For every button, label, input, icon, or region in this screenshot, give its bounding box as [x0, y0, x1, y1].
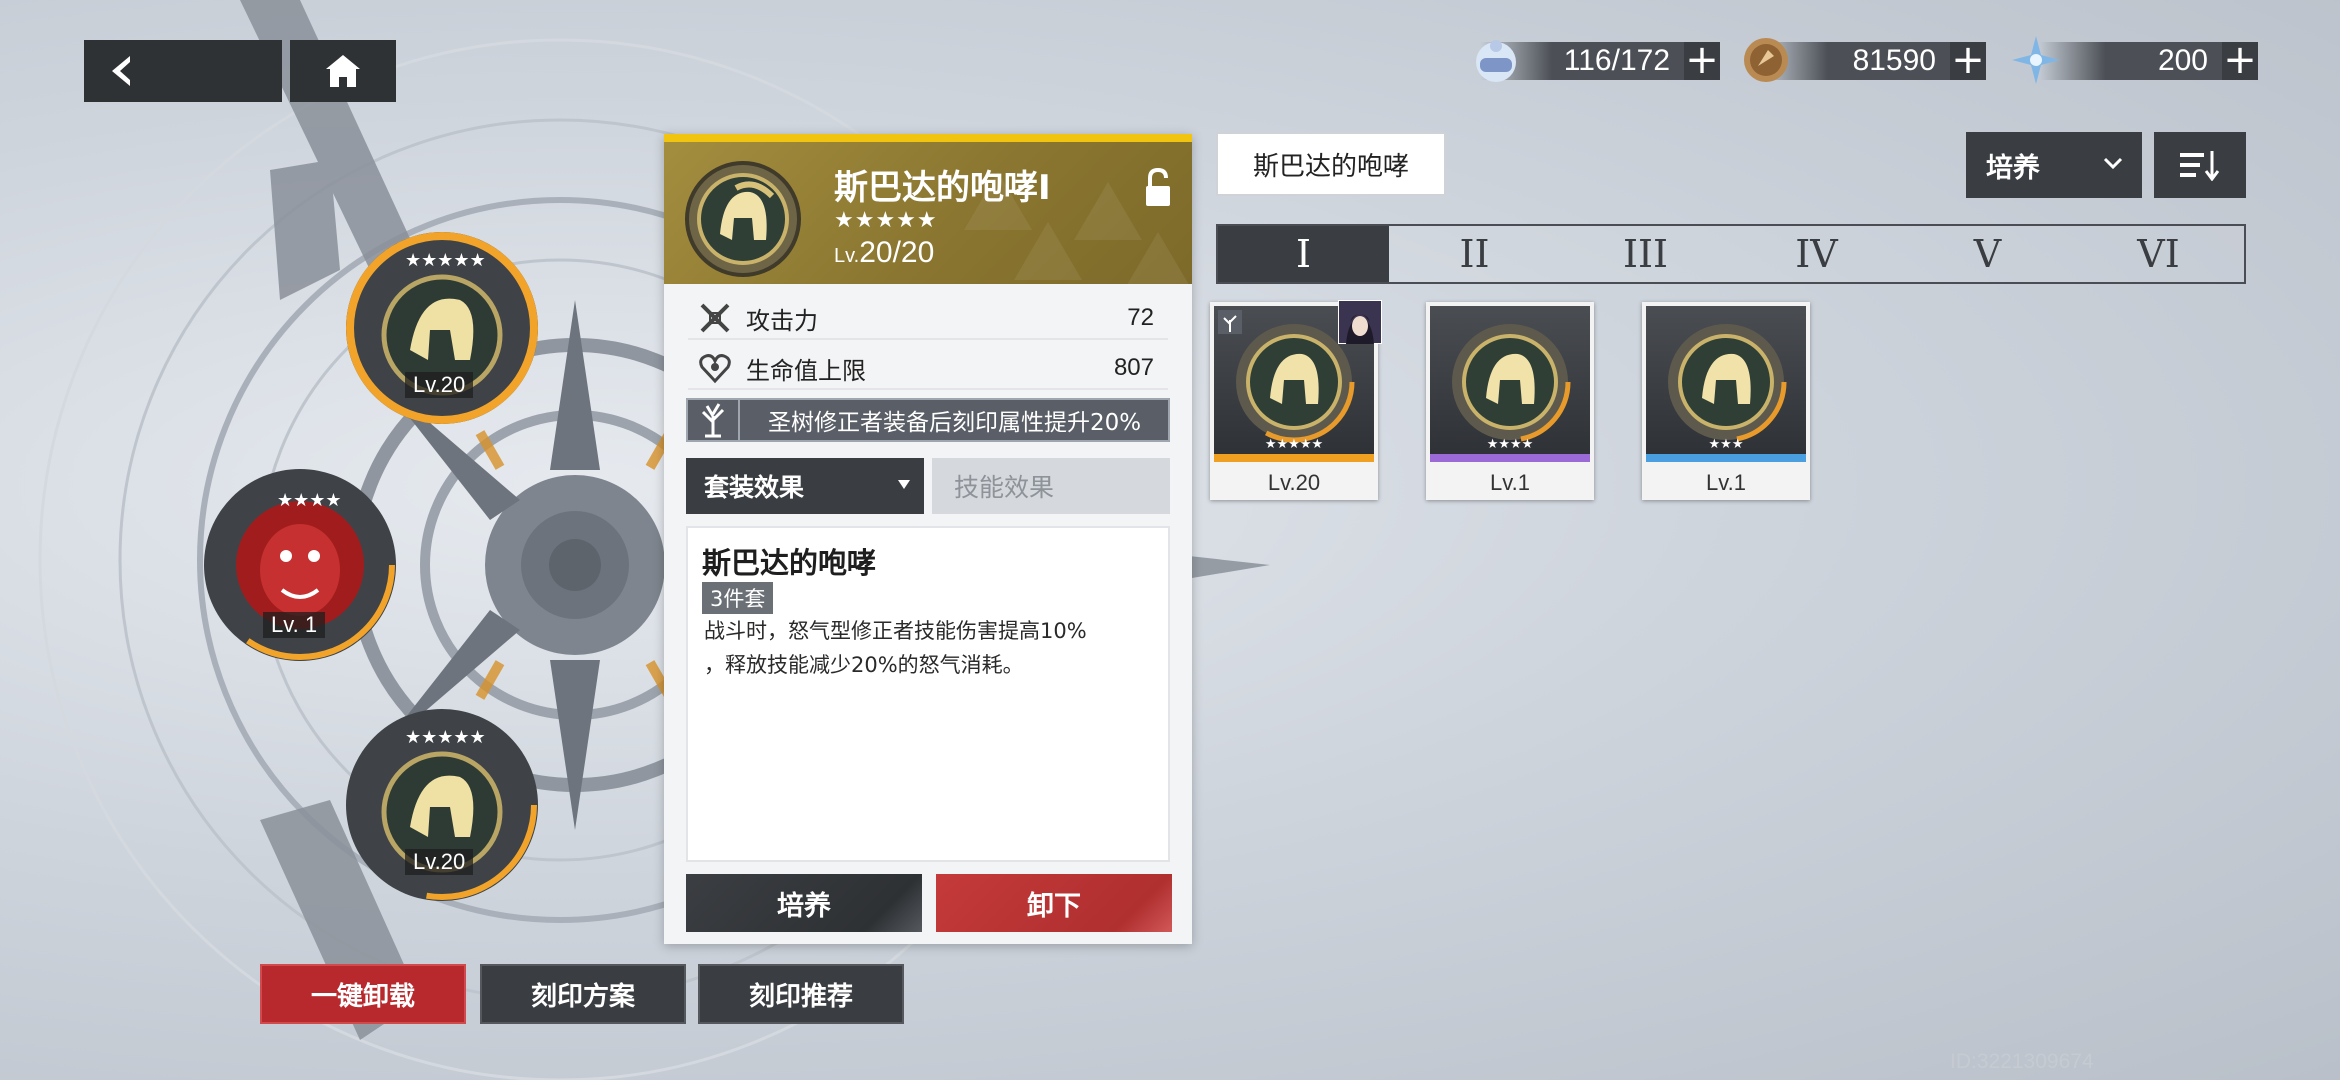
filter-label: 培养: [1986, 152, 2040, 184]
crystal-counter: 200 +: [2040, 40, 2258, 80]
chevron-down-icon: [2103, 157, 2123, 170]
imprint-recommend-button[interactable]: 刻印推荐: [698, 964, 904, 1024]
coin-value: 81590: [1852, 44, 1936, 77]
home-button[interactable]: [290, 40, 396, 102]
card-stars: ★★★★: [1486, 437, 1534, 452]
imprint-plan-button[interactable]: 刻印方案: [480, 964, 686, 1024]
panel-header: 斯巴达的咆哮I ★★★★★ Lv.20/20: [664, 134, 1192, 284]
tab-skill-label: 技能效果: [954, 473, 1055, 502]
card-level: Lv.1: [1706, 470, 1746, 495]
stamina-icon: [1476, 40, 1516, 82]
spartan-helmet-icon: [1665, 321, 1787, 443]
slot-tab-6[interactable]: VI: [2073, 226, 2244, 282]
equipment-title: 斯巴达的咆哮I: [834, 168, 1051, 208]
spartan-helmet-icon: [685, 161, 801, 277]
unload-all-button[interactable]: 一键卸载: [260, 964, 466, 1024]
dropdown-caret-icon: [898, 480, 910, 489]
crystal-icon: [2012, 36, 2060, 84]
tab-set-effect[interactable]: 套装效果: [686, 458, 924, 514]
slot-tab-bar: I II III IV V VI: [1216, 224, 2246, 284]
crystal-add-button[interactable]: +: [2222, 40, 2258, 80]
card-level: Lv.20: [1267, 470, 1321, 495]
back-arrow-icon: [112, 56, 130, 86]
stat-name: 攻击力: [746, 306, 818, 335]
stat-value: 807: [1113, 354, 1154, 381]
equipment-stars: ★★★★★: [834, 208, 938, 233]
card-level: Lv.1: [1490, 470, 1530, 495]
train-button[interactable]: 培养: [686, 874, 922, 932]
equipment-card[interactable]: ★★★ Lv.1: [1642, 302, 1810, 500]
equipment-card[interactable]: ★★★★★ Lv.20: [1210, 300, 1382, 500]
wheel-slot-2[interactable]: [204, 469, 396, 661]
equipment-card[interactable]: ★★★★ Lv.1: [1426, 302, 1594, 500]
unequip-button[interactable]: 卸下: [936, 874, 1172, 932]
tab-skill-effect[interactable]: 技能效果: [932, 458, 1170, 514]
coin-icon: [1744, 38, 1788, 82]
set-description-box: 斯巴达的咆哮 3件套 战斗时，怒气型修正者技能伤害提高10% ，释放技能减少20…: [686, 526, 1170, 862]
equipped-character-avatar: [1338, 300, 1382, 344]
set-filter-chip[interactable]: 斯巴达的咆哮: [1216, 132, 1446, 196]
wheel-slot-1[interactable]: [346, 232, 538, 424]
unlock-icon[interactable]: [1140, 166, 1176, 210]
coin-add-button[interactable]: +: [1950, 40, 1986, 80]
equipment-detail-panel: 斯巴达的咆哮I ★★★★★ Lv.20/20 攻击力 72 生命值上限 807 …: [664, 134, 1192, 944]
stat-value: 72: [1127, 304, 1154, 331]
slot-tab-2[interactable]: II: [1389, 226, 1560, 282]
level-prefix: Lv.: [834, 245, 860, 267]
rarity-stripe: [1646, 454, 1806, 462]
rarity-stripe: [1430, 454, 1590, 462]
slot-tab-5[interactable]: V: [1902, 226, 2073, 282]
spartan-helmet-icon: [1449, 321, 1571, 443]
card-stars: ★★★: [1708, 437, 1744, 452]
stat-row-attack: 攻击力 72: [688, 298, 1168, 340]
stamina-value: 116/172: [1563, 44, 1670, 77]
card-stars: ★★★★★: [1264, 437, 1324, 452]
set-description-line: 战斗时，怒气型修正者技能伤害提高10%: [704, 619, 1087, 643]
health-icon: [699, 354, 731, 384]
set-piece-badge: 3件套: [702, 582, 774, 614]
stat-row-health: 生命值上限 807: [688, 348, 1168, 390]
attack-icon: [700, 303, 730, 333]
bonus-text: 圣树修正者装备后刻印属性提升20%: [768, 410, 1142, 436]
slot-tab-3[interactable]: III: [1560, 226, 1731, 282]
slot-tab-4[interactable]: IV: [1731, 226, 1902, 282]
sort-icon: [2180, 151, 2220, 181]
stamina-add-button[interactable]: +: [1684, 40, 1720, 80]
slot-tab-1[interactable]: I: [1218, 226, 1389, 282]
set-description-line: ，释放技能减少20%的怒气消耗。: [704, 653, 1024, 677]
wheel-slot-3[interactable]: [346, 709, 538, 901]
stat-name: 生命值上限: [746, 356, 866, 385]
sacred-tree-icon: [701, 403, 725, 438]
set-name: 斯巴达的咆哮: [702, 546, 877, 580]
card-art: ★★★: [1646, 306, 1806, 462]
filter-dropdown[interactable]: 培养: [1966, 132, 2142, 198]
home-icon: [326, 55, 360, 87]
crystal-value: 200: [2157, 44, 2208, 77]
rarity-stripe: [1214, 454, 1374, 462]
bonus-effect-bar: 圣树修正者装备后刻印属性提升20%: [686, 398, 1170, 442]
tab-set-label: 套装效果: [704, 473, 805, 502]
set-description: 战斗时，怒气型修正者技能伤害提高10% ，释放技能减少20%的怒气消耗。: [704, 614, 1160, 682]
card-art: ★★★★: [1430, 306, 1590, 462]
sacred-tree-icon: [1218, 310, 1242, 334]
user-id: ID:3221309674: [1950, 1050, 2094, 1073]
back-button[interactable]: [84, 40, 282, 102]
level-value: 20/20: [859, 236, 935, 269]
equipment-level: Lv.20/20: [834, 236, 934, 270]
sort-button[interactable]: [2154, 132, 2246, 198]
